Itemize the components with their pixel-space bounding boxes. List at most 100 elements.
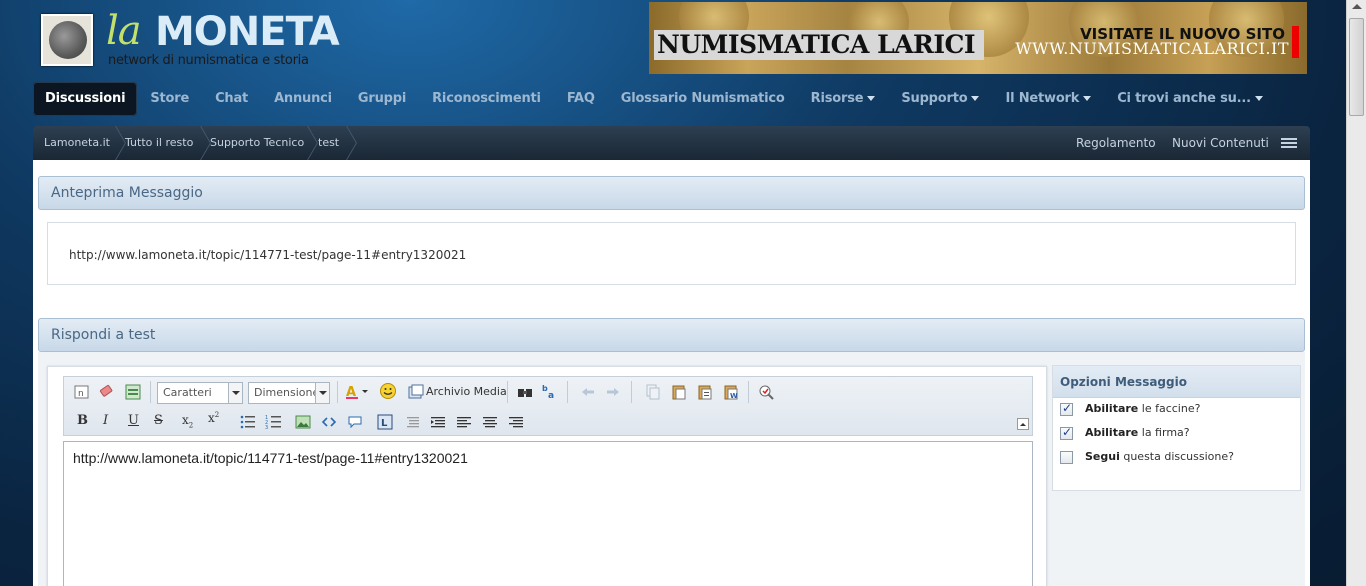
post-options-panel: Opzioni Messaggio Abilitare le faccine?A…	[1052, 365, 1301, 491]
post-option-label-bold: Segui	[1085, 450, 1120, 463]
main-nav: Discussioni Store Chat Annunci Gruppi Riconos…	[33, 82, 1276, 116]
media-archive-label[interactable]: Archivio Media	[426, 385, 507, 398]
nav-item-riconoscimenti[interactable]: Riconoscimenti	[419, 82, 554, 116]
nav-item-label: Chat	[215, 91, 249, 106]
svg-text:3: 3	[265, 425, 268, 431]
main-content: Anteprima Messaggio http://www.lamoneta.…	[33, 160, 1310, 586]
spellcheck-icon[interactable]	[757, 383, 775, 401]
media-archive-icon[interactable]	[407, 383, 425, 401]
nav-item-faq[interactable]: FAQ	[554, 82, 608, 116]
smiley-icon[interactable]	[379, 382, 397, 400]
bold-button[interactable]: B	[77, 413, 88, 428]
nav-item-il-network[interactable]: Il Network	[992, 82, 1104, 116]
align-left-icon[interactable]	[455, 414, 473, 432]
nav-item-store[interactable]: Store	[137, 82, 202, 116]
nav-item-label: Discussioni	[45, 91, 126, 106]
post-option-label-bold: Abilitare	[1085, 426, 1139, 439]
logo-la[interactable]: la	[106, 8, 142, 54]
paste-word-icon[interactable]: W	[722, 383, 740, 401]
nav-item-label: Il Network	[1005, 91, 1080, 106]
underline-button[interactable]: U	[128, 413, 139, 428]
breadcrumb-separator	[341, 126, 351, 160]
logo-moneta[interactable]: MONETA	[155, 9, 340, 55]
reply-heading: Rispondi a test	[38, 318, 1305, 352]
numbered-list-icon[interactable]: 123	[265, 413, 283, 431]
breadcrumb-item-supporto-tecnico[interactable]: Supporto Tecnico	[210, 126, 304, 160]
copy-icon[interactable]	[644, 383, 662, 401]
insert-quote-icon[interactable]	[124, 383, 142, 401]
nav-item-ci-trovi-anche-su[interactable]: Ci trovi anche su...	[1104, 82, 1276, 116]
regolamento-link[interactable]: Regolamento	[1076, 126, 1156, 160]
scrollbar-thumb[interactable]	[1349, 18, 1364, 116]
paste-icon[interactable]	[670, 383, 688, 401]
breadcrumb-item-home[interactable]: Lamoneta.it	[44, 126, 110, 160]
superscript-button[interactable]: x2	[208, 411, 219, 425]
code-icon[interactable]	[320, 413, 338, 431]
source-mode-icon[interactable]: n	[73, 383, 91, 401]
redo-icon[interactable]	[604, 383, 622, 401]
advert-banner[interactable]: NUMISMATICA LARICI VISITATE IL NUOVO SIT…	[649, 2, 1307, 74]
post-option-checkbox[interactable]	[1060, 401, 1073, 416]
strikethrough-button[interactable]: S	[154, 413, 163, 428]
post-option-checkbox[interactable]	[1060, 451, 1073, 464]
italic-button[interactable]: I	[103, 413, 108, 428]
post-option-label-bold: Abilitare	[1085, 402, 1139, 415]
banner-url: WWW.NUMISMATICALARICI.IT	[1015, 39, 1289, 58]
toolbar-separator	[150, 381, 151, 403]
editor-textarea[interactable]: http://www.lamoneta.it/topic/114771-test…	[63, 441, 1033, 586]
find-icon[interactable]	[516, 383, 534, 401]
nav-item-label: Risorse	[810, 91, 864, 106]
bulleted-list-icon[interactable]	[239, 413, 257, 431]
special-block-icon[interactable]: L	[376, 413, 394, 431]
nav-item-label: FAQ	[566, 91, 595, 106]
size-select-value: Dimensione	[254, 386, 320, 399]
nav-item-label: Supporto	[901, 91, 968, 106]
svg-text:a: a	[548, 391, 554, 400]
toolbar-separator	[631, 381, 632, 403]
toolbar-separator	[567, 381, 568, 403]
svg-text:L: L	[381, 418, 388, 429]
nav-item-annunci[interactable]: Annunci	[261, 82, 345, 116]
indent-icon[interactable]	[429, 414, 447, 432]
editor-text[interactable]: http://www.lamoneta.it/topic/114771-test…	[73, 450, 468, 466]
scroll-up-arrow-icon[interactable]	[1352, 4, 1362, 9]
subscript-button[interactable]: x2	[182, 413, 193, 429]
text-color-icon[interactable]: A	[345, 383, 369, 401]
bbcode-icon[interactable]: ba	[541, 382, 559, 400]
nuovi-contenuti-link[interactable]: Nuovi Contenuti	[1172, 126, 1269, 160]
breadcrumb-separator	[302, 126, 312, 160]
nav-item-glossario-numismatico[interactable]: Glossario Numismatico	[608, 82, 798, 116]
eraser-icon[interactable]	[98, 383, 116, 401]
post-option-checkbox[interactable]	[1060, 425, 1073, 440]
align-center-icon[interactable]	[481, 414, 499, 432]
nav-item-label: Riconoscimenti	[432, 91, 541, 106]
chevron-down-icon	[315, 383, 329, 403]
font-select[interactable]: Caratteri	[157, 382, 243, 404]
site-header: la MONETA network di numismatica e stori…	[0, 0, 1346, 126]
page-scrollbar[interactable]	[1346, 0, 1366, 586]
logo-coin-image[interactable]	[41, 14, 93, 66]
nav-item-risorse[interactable]: Risorse	[798, 82, 889, 116]
size-select[interactable]: Dimensione	[248, 382, 330, 404]
outdent-icon[interactable]	[403, 414, 421, 432]
editor-container: n Caratteri Dimensione A Archivio Media …	[47, 366, 1047, 586]
breadcrumb-item-tutto-il-resto[interactable]: Tutto il resto	[125, 126, 193, 160]
nav-item-chat[interactable]: Chat	[202, 82, 261, 116]
toolbar-separator	[748, 381, 749, 403]
image-icon[interactable]	[294, 413, 312, 431]
breadcrumb-bar: Lamoneta.it Tutto il resto Supporto Tecn…	[33, 126, 1310, 160]
toolbar-separator	[507, 381, 508, 403]
undo-icon[interactable]	[579, 383, 597, 401]
toolbar-separator	[337, 381, 338, 403]
paste-text-icon[interactable]	[696, 383, 714, 401]
align-right-icon[interactable]	[507, 414, 525, 432]
nav-item-supporto[interactable]: Supporto	[888, 82, 992, 116]
list-icon[interactable]	[1281, 138, 1297, 149]
breadcrumb-item-test[interactable]: test	[318, 126, 339, 160]
nav-item-gruppi[interactable]: Gruppi	[345, 82, 419, 116]
nav-item-discussioni[interactable]: Discussioni	[33, 82, 138, 116]
collapse-toolbar-icon[interactable]	[1017, 418, 1029, 430]
post-options-heading: Opzioni Messaggio	[1053, 366, 1300, 398]
font-select-value: Caratteri	[163, 386, 212, 399]
quote-bubble-icon[interactable]	[346, 413, 364, 431]
